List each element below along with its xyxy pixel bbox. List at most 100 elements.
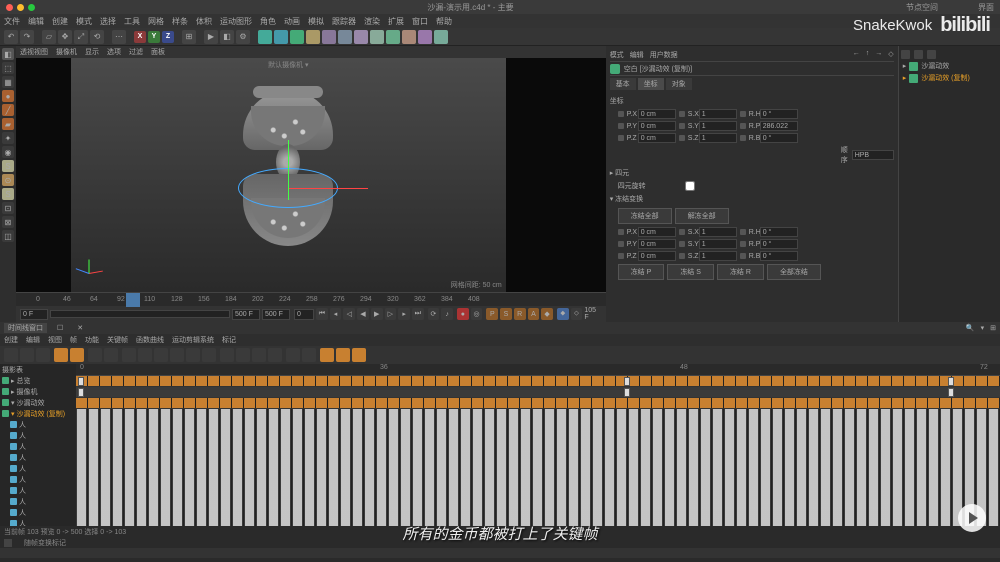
timeline-menu-icon[interactable]: ⊞ — [990, 324, 996, 332]
objmgr-view-icon[interactable] — [927, 50, 936, 59]
menu-创建[interactable]: 创建 — [52, 16, 68, 27]
locked-workplane-button[interactable]: ⊠ — [2, 216, 14, 228]
workplane-button[interactable]: ▦ — [2, 76, 14, 88]
object-item[interactable]: ▸沙漏动效 — [901, 60, 1000, 72]
planar-button[interactable]: ◫ — [2, 230, 14, 242]
deformer-button[interactable] — [306, 30, 320, 44]
point-mode-button[interactable]: ● — [2, 90, 14, 102]
key-pla-button[interactable]: ◆ — [541, 308, 553, 320]
keyframe-mode-button[interactable]: ⬥ — [557, 308, 569, 320]
timeline-ruler[interactable]: 0466492110128156184202224258276294320362… — [16, 292, 606, 306]
fcurve-mode-button[interactable] — [20, 348, 34, 362]
close-window-icon[interactable] — [6, 4, 13, 11]
menu-模式[interactable]: 模式 — [76, 16, 92, 27]
scale-input[interactable] — [699, 251, 737, 261]
tree-bone-item[interactable]: 人 — [0, 419, 76, 430]
live-select-tool[interactable]: ▱ — [42, 30, 56, 44]
motion-mode-button[interactable] — [36, 348, 50, 362]
rotate-tool[interactable]: ⟲ — [90, 30, 104, 44]
dopesheet-mode-button[interactable] — [4, 348, 18, 362]
attr-nav-back-icon[interactable]: ← — [853, 50, 860, 61]
menu-工具[interactable]: 工具 — [124, 16, 140, 27]
model-mode-button[interactable]: ◧ — [2, 48, 14, 60]
render-region-button[interactable]: ◧ — [220, 30, 234, 44]
menu-体积[interactable]: 体积 — [196, 16, 212, 27]
quantize-button[interactable]: S — [2, 188, 14, 200]
keyframe-grid[interactable] — [76, 409, 1000, 526]
viewmenu-显示[interactable]: 显示 — [85, 47, 99, 57]
summary-track[interactable] — [76, 376, 1000, 387]
texture-mode-button[interactable]: ⬚ — [2, 62, 14, 74]
key-dot-icon[interactable] — [740, 111, 746, 117]
scale-tool[interactable]: ⤢ — [74, 30, 88, 44]
menu-模拟[interactable]: 模拟 — [308, 16, 324, 27]
viewmenu-过滤[interactable]: 过滤 — [129, 47, 143, 57]
tlmenu-函数曲线[interactable]: 函数曲线 — [136, 335, 164, 345]
expand-icon[interactable]: ▸ — [903, 74, 907, 82]
menu-网格[interactable]: 网格 — [148, 16, 164, 27]
key-dot-icon[interactable] — [679, 241, 685, 247]
viewport[interactable]: 默认摄像机 ▾ 网格间距: 50 cm — [16, 58, 606, 292]
timeline-search-icon[interactable]: 🔍 — [966, 324, 975, 332]
attrtab-模式[interactable]: 模式 — [610, 50, 624, 61]
video-play-button[interactable] — [958, 504, 986, 532]
spline-interp-button[interactable] — [154, 348, 168, 362]
field-button[interactable] — [322, 30, 336, 44]
keyframe-icon[interactable] — [78, 377, 84, 386]
next-frame-button[interactable]: ▷ — [385, 308, 397, 320]
freeze-btn[interactable]: 全部冻结 — [767, 264, 821, 280]
spline-button[interactable] — [274, 30, 288, 44]
break-tangent-button[interactable] — [220, 348, 234, 362]
key-dot-icon[interactable] — [679, 253, 685, 259]
show-pos-button[interactable] — [320, 348, 334, 362]
menu-编辑[interactable]: 编辑 — [28, 16, 44, 27]
object-track-1[interactable] — [76, 387, 1000, 398]
record-key-button[interactable]: ● — [457, 308, 469, 320]
pos-input[interactable] — [638, 227, 676, 237]
axis-x-toggle[interactable]: X — [134, 31, 146, 43]
viewmenu-选项[interactable]: 选项 — [107, 47, 121, 57]
attr-nav-up-icon[interactable]: ↑ — [866, 50, 870, 61]
timeline-dock-button[interactable]: ☐ — [53, 324, 67, 332]
object-item[interactable]: ▸沙漏动效 (复制) — [901, 72, 1000, 84]
key-position-button[interactable]: P — [486, 308, 498, 320]
rot-input[interactable] — [760, 133, 798, 143]
menu-帮助[interactable]: 帮助 — [436, 16, 452, 27]
menu-窗口[interactable]: 窗口 — [412, 16, 428, 27]
attrtab-编辑[interactable]: 编辑 — [630, 50, 644, 61]
rot-input[interactable] — [760, 251, 798, 261]
subtab-坐标[interactable]: 坐标 — [638, 78, 664, 90]
scene-button[interactable] — [338, 30, 352, 44]
prev-key-button[interactable]: ◂ — [330, 308, 342, 320]
volume-button[interactable] — [386, 30, 400, 44]
ease-in-button[interactable] — [170, 348, 184, 362]
auto-tangent-button[interactable] — [252, 348, 266, 362]
autokey-button[interactable]: ◎ — [471, 308, 483, 320]
menu-扩展[interactable]: 扩展 — [388, 16, 404, 27]
dopesheet-ruler[interactable]: 0364872 — [76, 364, 1000, 376]
tree-item[interactable]: ▸ 摄像机 — [0, 386, 76, 397]
key-dot-icon[interactable] — [618, 253, 624, 259]
goto-start-button[interactable]: ⏮ — [316, 308, 328, 320]
objmgr-file-icon[interactable] — [901, 50, 910, 59]
dopesheet-tracks[interactable]: 0364872 — [76, 364, 1000, 526]
subtab-基本[interactable]: 基本 — [610, 78, 636, 90]
tlmenu-编辑[interactable]: 编辑 — [26, 335, 40, 345]
key-param-button[interactable]: A — [528, 308, 540, 320]
coord-system-button[interactable]: ⊞ — [182, 30, 196, 44]
marker-toggle-icon[interactable] — [4, 539, 12, 547]
tree-item[interactable]: ▸ 总览 — [0, 375, 76, 386]
range-end-input[interactable] — [232, 309, 260, 320]
objmgr-edit-icon[interactable] — [914, 50, 923, 59]
key-dot-icon[interactable] — [679, 229, 685, 235]
cube-primitive-button[interactable] — [258, 30, 272, 44]
object-track-2[interactable] — [76, 398, 1000, 409]
tlmenu-标记[interactable]: 标记 — [222, 335, 236, 345]
viewport-render-region[interactable]: 默认摄像机 ▾ 网格间距: 50 cm — [71, 58, 506, 292]
layout-node-space[interactable]: 节点空间 — [906, 2, 938, 13]
tree-item[interactable]: ▾ 沙漏动效 — [0, 397, 76, 408]
enable-axis-button[interactable]: ✦ — [2, 132, 14, 144]
menu-选择[interactable]: 选择 — [100, 16, 116, 27]
quat-rotate-checkbox[interactable] — [671, 181, 709, 191]
key-rotation-button[interactable]: R — [514, 308, 526, 320]
